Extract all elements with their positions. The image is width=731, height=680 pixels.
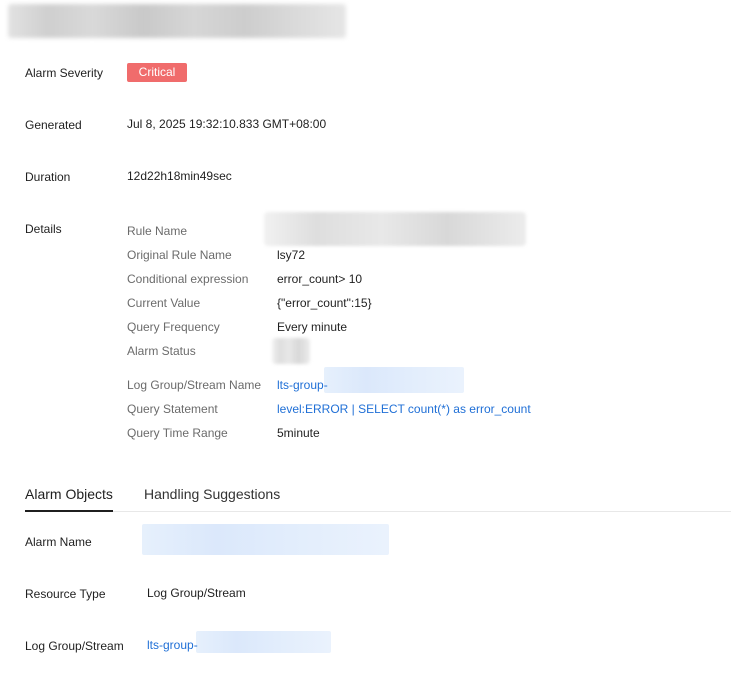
page-title-redacted — [8, 4, 346, 38]
log-group-stream-link[interactable]: lts-group- — [147, 637, 198, 653]
resource-type-label: Resource Type — [25, 587, 106, 601]
alarm-status-value-redacted — [272, 338, 310, 364]
original-rule-name-label: Original Rule Name — [127, 248, 232, 262]
query-statement-link[interactable]: level:ERROR | SELECT count(*) as error_c… — [277, 401, 531, 417]
tab-handling-suggestions[interactable]: Handling Suggestions — [144, 485, 280, 503]
active-tab-underline — [25, 510, 113, 512]
duration-value: 12d22h18min49sec — [127, 169, 232, 183]
tab-alarm-objects[interactable]: Alarm Objects — [25, 485, 113, 503]
rule-name-label: Rule Name — [127, 224, 188, 238]
original-rule-name-value: lsy72 — [277, 248, 306, 262]
conditional-expression-label: Conditional expression — [127, 272, 249, 286]
query-statement-label: Query Statement — [127, 402, 218, 416]
query-frequency-value: Every minute — [277, 320, 348, 334]
generated-label: Generated — [25, 118, 82, 132]
alarm-name-label: Alarm Name — [25, 535, 92, 549]
generated-value: Jul 8, 2025 19:32:10.833 GMT+08:00 — [127, 117, 327, 131]
log-group-stream-name-redacted — [324, 367, 464, 393]
rule-name-value-redacted — [264, 212, 526, 246]
conditional-expression-value: error_count> 10 — [277, 272, 363, 286]
alarm-name-value-redacted — [142, 524, 389, 555]
query-time-range-value: 5minute — [277, 426, 320, 440]
severity-badge: Critical — [127, 63, 187, 82]
query-time-range-label: Query Time Range — [127, 426, 228, 440]
alarm-status-label: Alarm Status — [127, 344, 196, 358]
log-group-stream-name-link[interactable]: lts-group- — [277, 377, 328, 393]
tab-divider — [25, 511, 731, 512]
alarm-severity-label: Alarm Severity — [25, 66, 104, 80]
details-label: Details — [25, 222, 62, 236]
query-frequency-label: Query Frequency — [127, 320, 220, 334]
current-value-value: {"error_count":15} — [277, 296, 372, 310]
log-group-stream-value-redacted — [196, 631, 331, 653]
current-value-label: Current Value — [127, 296, 201, 310]
log-group-stream-label: Log Group/Stream — [25, 639, 124, 653]
resource-type-value: Log Group/Stream — [147, 586, 246, 600]
log-group-stream-name-label: Log Group/Stream Name — [127, 378, 262, 392]
duration-label: Duration — [25, 170, 71, 184]
